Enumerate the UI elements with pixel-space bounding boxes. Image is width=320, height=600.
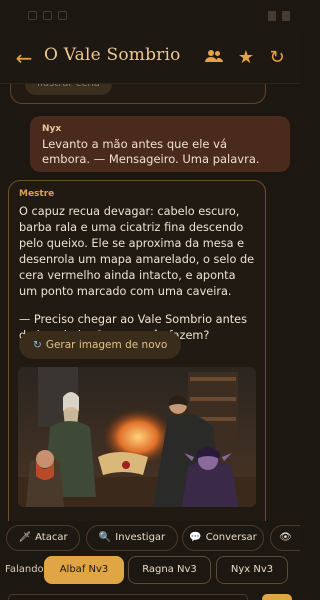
previous-message: Ilustrar cena — [10, 84, 266, 104]
status-icons — [28, 11, 67, 20]
refresh-icon[interactable]: ↻ — [265, 46, 289, 70]
chat-log[interactable]: Ilustrar cena Nyx Levanto a mão antes qu… — [0, 84, 300, 521]
composer — [0, 592, 300, 600]
scene-illustration — [18, 367, 256, 507]
speech-bubble-icon: 💬 — [189, 532, 202, 543]
group-icon[interactable] — [202, 46, 226, 70]
regenerate-label: Gerar imagem de novo — [45, 339, 168, 351]
app-bar: ← O Vale Sombrio ★ ↻ — [0, 32, 300, 84]
regenerate-image-button[interactable]: ↻ Gerar imagem de novo — [19, 331, 182, 359]
talk-action-button[interactable]: 💬 Conversar — [182, 525, 264, 551]
character-chip-albaf[interactable]: Albaf Nv3 — [44, 556, 124, 584]
quick-actions: 🗡 Atacar 🔍 Investigar 💬 Conversar 👁 — [0, 525, 300, 553]
page-title: O Vale Sombrio — [44, 45, 181, 65]
speaking-label: Falando: — [5, 564, 48, 575]
send-button[interactable] — [262, 594, 292, 600]
eye-icon: 👁 — [279, 532, 292, 543]
star-icon[interactable]: ★ — [234, 46, 258, 70]
status-bar — [0, 0, 300, 32]
back-arrow-icon[interactable]: ← — [12, 46, 36, 70]
magnifier-icon: 🔍 — [98, 532, 112, 543]
investigate-action-button[interactable]: 🔍 Investigar — [86, 525, 178, 551]
attack-action-button[interactable]: 🗡 Atacar — [6, 525, 80, 551]
observe-action-button[interactable]: 👁 — [270, 525, 300, 551]
message-input[interactable] — [8, 594, 248, 600]
dagger-icon: 🗡 — [18, 532, 32, 543]
refresh-icon: ↻ — [33, 339, 42, 351]
speaker-selector: Falando: Albaf Nv3 Ragna Nv3 Nyx Nv3 — [0, 556, 300, 586]
message-author: Mestre — [19, 189, 55, 199]
character-chip-ragna[interactable]: Ragna Nv3 — [128, 556, 211, 584]
illustrate-scene-button[interactable]: Ilustrar cena — [25, 84, 112, 95]
message-text: O capuz recua devagar: cabelo escuro, ba… — [19, 205, 255, 298]
character-chip-nyx[interactable]: Nyx Nv3 — [216, 556, 288, 584]
user-message: Nyx Levanto a mão antes que ele vá embor… — [30, 116, 290, 172]
gm-message: Mestre O capuz recua devagar: cabelo esc… — [8, 180, 266, 521]
system-icons — [268, 11, 290, 21]
message-text: Levanto a mão antes que ele vá embora. —… — [42, 137, 260, 166]
message-author: Nyx — [42, 124, 62, 134]
